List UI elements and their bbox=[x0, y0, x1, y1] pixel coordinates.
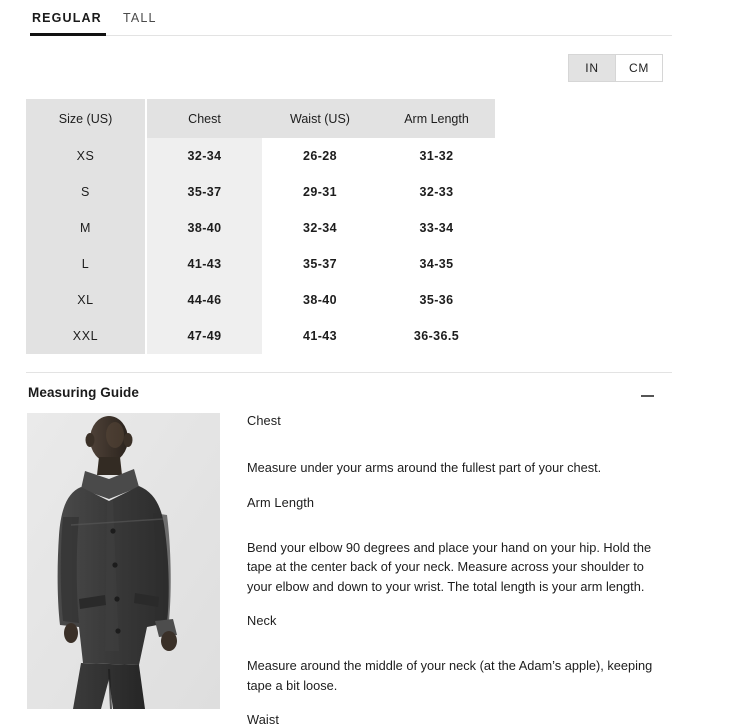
cell-chest: 47-49 bbox=[146, 318, 262, 354]
cell-size: XXL bbox=[26, 318, 147, 354]
cell-size: S bbox=[26, 174, 147, 210]
table-header-row: Size (US) Chest Waist (US) Arm Length bbox=[26, 99, 495, 138]
cell-size: XS bbox=[26, 138, 147, 174]
cell-arm: 33-34 bbox=[378, 210, 495, 246]
cell-waist: 32-34 bbox=[262, 210, 378, 246]
tab-tall[interactable]: TALL bbox=[123, 11, 157, 25]
cell-chest: 32-34 bbox=[146, 138, 262, 174]
cell-arm: 31-32 bbox=[378, 138, 495, 174]
cell-chest: 38-40 bbox=[146, 210, 262, 246]
cell-waist: 41-43 bbox=[262, 318, 378, 354]
cell-chest: 35-37 bbox=[146, 174, 262, 210]
unit-button-in[interactable]: IN bbox=[569, 55, 615, 81]
table-row: XXL 47-49 41-43 36-36.5 bbox=[26, 318, 495, 354]
unit-toggle: IN CM bbox=[568, 54, 663, 82]
cell-arm: 36-36.5 bbox=[378, 318, 495, 354]
guide-heading-waist: Waist bbox=[247, 712, 280, 727]
column-header-waist: Waist (US) bbox=[262, 99, 378, 138]
table-row: XS 32-34 26-28 31-32 bbox=[26, 138, 495, 174]
table-row: XL 44-46 38-40 35-36 bbox=[26, 282, 495, 318]
tab-bar: REGULAR TALL bbox=[0, 0, 750, 37]
section-divider bbox=[26, 372, 672, 373]
cell-arm: 32-33 bbox=[378, 174, 495, 210]
cell-waist: 26-28 bbox=[262, 138, 378, 174]
cell-waist: 38-40 bbox=[262, 282, 378, 318]
cell-chest: 44-46 bbox=[146, 282, 262, 318]
column-header-chest: Chest bbox=[146, 99, 262, 138]
minus-icon[interactable] bbox=[640, 387, 656, 403]
guide-body-neck: Measure around the middle of your neck (… bbox=[247, 658, 653, 693]
column-header-arm-length: Arm Length bbox=[378, 99, 495, 138]
cell-chest: 41-43 bbox=[146, 246, 262, 282]
measuring-guide-text: Chest Measure under your arms around the… bbox=[247, 413, 672, 727]
cell-size: XL bbox=[26, 282, 147, 318]
guide-body-chest: Measure under your arms around the fulle… bbox=[247, 460, 602, 475]
measuring-guide-header[interactable]: Measuring Guide bbox=[28, 385, 672, 405]
active-tab-underline bbox=[30, 33, 106, 36]
table-row: L 41-43 35-37 34-35 bbox=[26, 246, 495, 282]
cell-waist: 29-31 bbox=[262, 174, 378, 210]
tab-regular[interactable]: REGULAR bbox=[32, 11, 102, 25]
guide-heading-chest: Chest bbox=[247, 413, 281, 428]
guide-heading-neck: Neck bbox=[247, 613, 277, 628]
unit-button-cm[interactable]: CM bbox=[616, 55, 662, 81]
cell-size: L bbox=[26, 246, 147, 282]
table-row: M 38-40 32-34 33-34 bbox=[26, 210, 495, 246]
cell-size: M bbox=[26, 210, 147, 246]
guide-body-arm-length: Bend your elbow 90 degrees and place you… bbox=[247, 539, 652, 594]
cell-arm: 35-36 bbox=[378, 282, 495, 318]
measuring-guide-title: Measuring Guide bbox=[28, 385, 140, 400]
tab-bar-rule bbox=[30, 35, 672, 36]
cell-waist: 35-37 bbox=[262, 246, 378, 282]
guide-heading-arm-length: Arm Length bbox=[247, 494, 315, 510]
size-chart-table: Size (US) Chest Waist (US) Arm Length XS… bbox=[26, 99, 495, 354]
column-header-size: Size (US) bbox=[26, 99, 147, 138]
table-row: S 35-37 29-31 32-33 bbox=[26, 174, 495, 210]
measuring-guide-photo bbox=[27, 413, 220, 709]
cell-arm: 34-35 bbox=[378, 246, 495, 282]
